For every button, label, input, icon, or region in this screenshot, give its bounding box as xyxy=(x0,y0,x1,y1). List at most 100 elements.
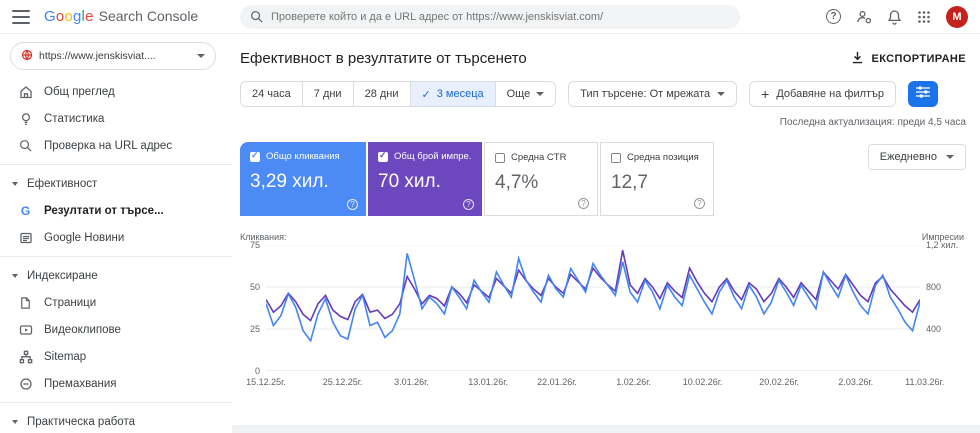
sidebar-section-performance[interactable]: Ефективност xyxy=(0,170,232,197)
search-icon xyxy=(250,10,263,23)
x-axis-tick: 10.02.26г. xyxy=(682,377,723,387)
google-logo-word: Google xyxy=(44,8,94,25)
sidebar-item-search-results[interactable]: G Резултати от търсе... xyxy=(0,197,232,224)
chart-plot-area[interactable] xyxy=(266,245,920,371)
right-axis-ticks: 1,2 хил. 800 400 xyxy=(926,240,959,334)
left-axis-ticks: 75 50 25 0 xyxy=(249,240,260,376)
sidebar-section-experience[interactable]: Практическа работа xyxy=(0,408,232,433)
notifications-bell-icon[interactable] xyxy=(887,9,902,25)
expand-arrow-icon xyxy=(12,273,18,278)
date-range-more[interactable]: Още xyxy=(496,82,556,106)
expand-arrow-icon xyxy=(12,181,18,186)
metric-card-impressions[interactable]: Общ брой импре... 70 хил. ? xyxy=(368,142,482,216)
sidebar-divider xyxy=(0,402,232,403)
search-type-chip[interactable]: Тип търсене: От мрежата xyxy=(568,81,738,107)
removals-icon xyxy=(18,377,33,391)
checkbox-empty-icon[interactable] xyxy=(611,152,621,163)
apps-grid-icon[interactable] xyxy=(917,10,931,24)
last-update-text: Последна актуализация: преди 4,5 часа xyxy=(779,117,966,128)
granularity-dropdown[interactable]: Ежедневно xyxy=(867,144,966,170)
check-icon: ✓ xyxy=(421,88,431,101)
checkbox-empty-icon[interactable] xyxy=(495,152,505,163)
sidebar-item-overview[interactable]: Общ преглед xyxy=(0,78,232,105)
home-icon xyxy=(18,85,33,99)
help-icon[interactable]: ? xyxy=(347,199,358,210)
sidebar-item-removals[interactable]: Премахвания xyxy=(0,370,232,397)
account-settings-icon[interactable] xyxy=(856,9,872,25)
url-inspect-icon xyxy=(18,139,33,152)
search-input[interactable] xyxy=(271,10,730,23)
x-axis-tick: 13.01.26г. xyxy=(468,377,508,387)
menu-icon[interactable] xyxy=(12,9,30,24)
x-axis-labels: 15.12.25г. 25.12.25г. 3.01.26г. 13.01.26г. 2… xyxy=(246,375,944,391)
chevron-down-icon xyxy=(536,92,545,96)
sidebar-divider xyxy=(0,256,232,257)
checkbox-checked-icon[interactable] xyxy=(378,151,388,162)
sidebar-divider xyxy=(0,164,232,165)
page-title: Ефективност в резултатите от търсенето xyxy=(240,50,527,67)
date-range-28d[interactable]: 28 дни xyxy=(354,82,411,106)
sidebar-item-pages[interactable]: Страници xyxy=(0,289,232,316)
date-range-24h[interactable]: 24 часа xyxy=(241,82,303,106)
sidebar-item-google-news[interactable]: Google Новини xyxy=(0,224,232,251)
chevron-down-icon xyxy=(946,155,954,159)
x-axis-tick: 1.02.26г. xyxy=(616,377,651,387)
tune-sliders-icon xyxy=(916,85,931,103)
plus-icon: + xyxy=(761,86,770,102)
left-axis-title: Кликвания: xyxy=(240,232,287,242)
sidebar: https://www.jenskisviat.... Общ преглед … xyxy=(0,34,232,433)
table-section-peek xyxy=(232,425,980,433)
download-icon xyxy=(851,51,864,67)
performance-chart: Кликвания: Импресии 75 50 25 0 1,2 хил. … xyxy=(240,232,966,391)
filter-settings-button[interactable] xyxy=(908,81,939,107)
sidebar-item-videos[interactable]: Видеоклипове xyxy=(0,316,232,343)
chevron-down-icon xyxy=(197,54,205,58)
metric-value-ctr: 4,7% xyxy=(495,172,539,193)
x-axis-tick: 11.03.26г. xyxy=(905,377,945,387)
x-axis-tick: 3.01.26г. xyxy=(394,377,429,387)
metric-card-clicks[interactable]: Общо кликвания 3,29 хил. ? xyxy=(240,142,366,216)
date-range-group: 24 часа 7 дни 28 дни ✓ 3 месеца Още xyxy=(240,81,557,107)
topbar: Google Search Console ? М xyxy=(0,0,980,34)
pages-icon xyxy=(18,296,33,310)
x-axis-tick: 25.12.25г. xyxy=(322,377,363,387)
url-inspect-search[interactable] xyxy=(240,4,740,29)
sidebar-section-indexing[interactable]: Индексиране xyxy=(0,262,232,289)
sidebar-item-url-inspection[interactable]: Проверка на URL адрес xyxy=(0,132,232,159)
help-icon[interactable]: ? xyxy=(694,198,705,209)
help-icon[interactable]: ? xyxy=(463,199,474,210)
video-icon xyxy=(18,323,33,337)
metric-card-position[interactable]: Средна позиция 12,7 ? xyxy=(600,142,714,216)
x-axis-tick: 2.03.26г. xyxy=(838,377,874,387)
metric-card-ctr[interactable]: Средна CTR 4,7% ? xyxy=(484,142,598,216)
metric-value-position: 12,7 xyxy=(611,172,648,193)
expand-arrow-icon xyxy=(12,419,18,424)
main-content: Ефективност в резултатите от търсенето Е… xyxy=(232,34,980,433)
app-title: Search Console xyxy=(98,8,199,24)
checkbox-checked-icon[interactable] xyxy=(250,151,260,162)
property-icon xyxy=(21,49,33,64)
avatar[interactable]: М xyxy=(946,5,968,28)
date-range-3m[interactable]: ✓ 3 месеца xyxy=(410,82,496,106)
sitemap-icon xyxy=(18,350,33,364)
help-icon[interactable]: ? xyxy=(826,9,841,24)
sidebar-item-sitemaps[interactable]: Sitemap xyxy=(0,343,232,370)
property-label: https://www.jenskisviat.... xyxy=(39,50,156,62)
export-button[interactable]: ЕКСПОРТИРАНЕ xyxy=(851,51,966,67)
x-axis-tick: 20.02.26г. xyxy=(759,377,800,387)
help-icon[interactable]: ? xyxy=(578,198,589,209)
sidebar-item-insights[interactable]: Статистика xyxy=(0,105,232,132)
metric-cards: Общо кликвания 3,29 хил. ? Общ брой импр… xyxy=(240,142,714,216)
app-logo: Google Search Console xyxy=(44,8,240,25)
property-selector[interactable]: https://www.jenskisviat.... xyxy=(10,42,216,70)
x-axis-tick: 22.01.26г. xyxy=(537,377,577,387)
metric-value-clicks: 3,29 хил. xyxy=(250,171,329,192)
google-g-icon: G xyxy=(20,203,31,218)
news-icon xyxy=(18,231,33,245)
chevron-down-icon xyxy=(717,92,726,96)
date-range-7d[interactable]: 7 дни xyxy=(303,82,354,106)
metric-value-impressions: 70 хил. xyxy=(378,171,441,192)
add-filter-chip[interactable]: + Добавяне на филтър xyxy=(749,81,897,107)
topbar-actions: ? М xyxy=(826,5,968,28)
insights-icon xyxy=(18,112,33,126)
